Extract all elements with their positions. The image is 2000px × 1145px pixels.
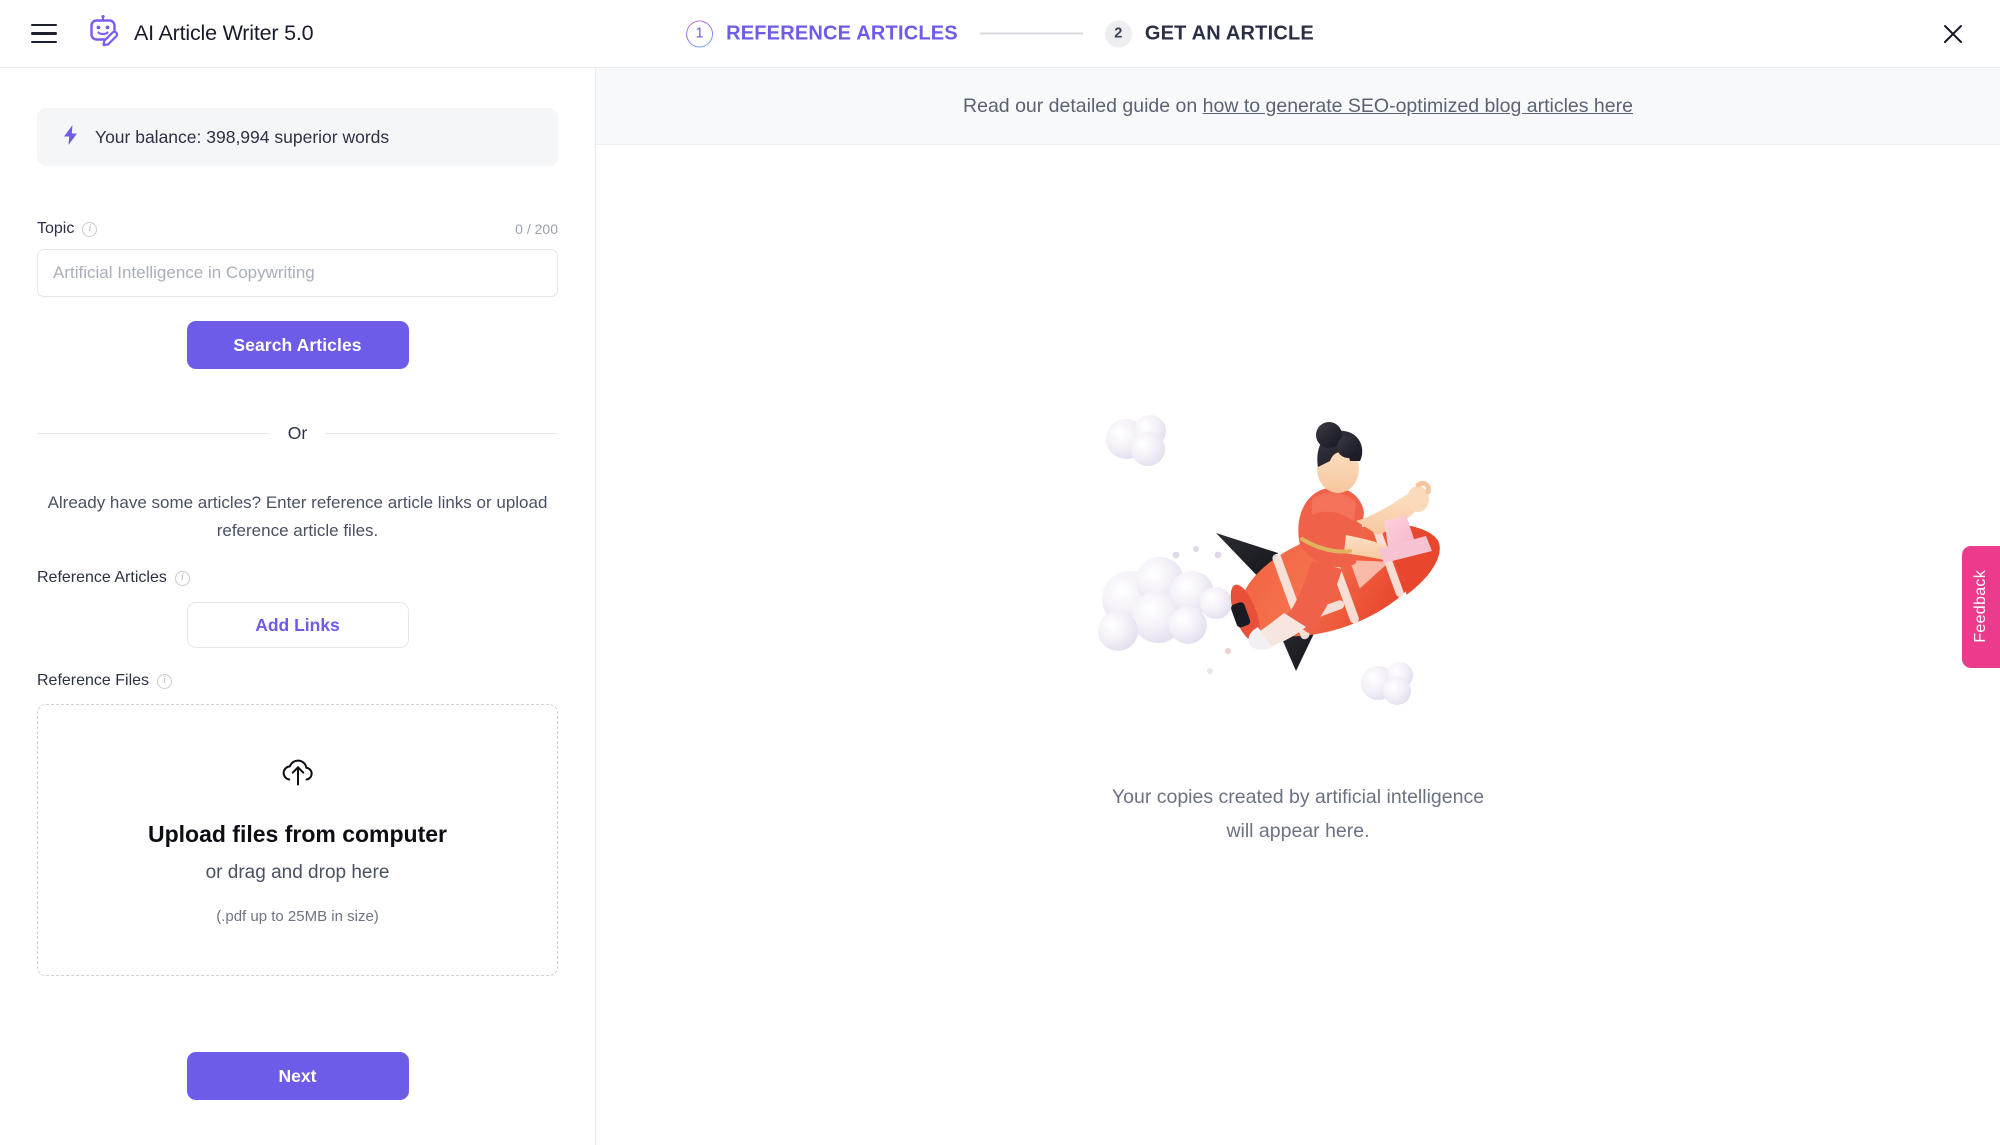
- app-title: AI Article Writer 5.0: [134, 21, 314, 45]
- topic-input[interactable]: [37, 249, 558, 297]
- step-reference-articles[interactable]: 1 REFERENCE ARTICLES: [686, 20, 958, 47]
- step-1-label: REFERENCE ARTICLES: [726, 22, 958, 44]
- cloud-upload-icon: [278, 755, 318, 796]
- empty-state: Your copies created by artificial intell…: [596, 145, 2000, 1145]
- step-1-number: 1: [686, 20, 713, 47]
- divider-line-right: [325, 433, 559, 434]
- dropzone-subtitle: or drag and drop here: [205, 862, 390, 883]
- topic-label: Topic: [37, 220, 75, 237]
- guide-banner: Read our detailed guide on how to genera…: [596, 68, 2000, 145]
- step-get-an-article[interactable]: 2 GET AN ARTICLE: [1104, 20, 1314, 47]
- reference-description: Already have some articles? Enter refere…: [47, 493, 548, 540]
- empty-state-caption: Your copies created by artificial intell…: [1112, 780, 1484, 848]
- brand: AI Article Writer 5.0: [85, 13, 314, 54]
- reference-articles-label: Reference Articles: [37, 569, 167, 586]
- balance-text: Your balance: 398,994 superior words: [95, 126, 390, 147]
- balance-banner: Your balance: 398,994 superior words: [37, 108, 558, 166]
- robot-pencil-logo-icon: [85, 13, 121, 54]
- empty-caption-line1: Your copies created by artificial intell…: [1111, 785, 1485, 808]
- or-divider: Or: [37, 423, 559, 444]
- step-connector: [979, 32, 1083, 35]
- divider-line-left: [37, 433, 270, 434]
- reference-files-label-group: Reference Files i: [37, 672, 558, 690]
- reference-files-label: Reference Files: [37, 672, 150, 689]
- file-dropzone[interactable]: Upload files from computer or drag and d…: [37, 704, 558, 976]
- topic-char-counter: 0 / 200: [515, 221, 558, 237]
- topic-label-group: Topic i: [37, 220, 98, 238]
- step-indicator: 1 REFERENCE ARTICLES 2 GET AN ARTICLE: [686, 20, 1314, 47]
- next-button[interactable]: Next: [186, 1052, 409, 1100]
- dropzone-hint: (.pdf up to 25MB in size): [216, 908, 379, 925]
- topic-field-header: Topic i 0 / 200: [37, 220, 558, 238]
- body-wrapper: Your balance: 398,994 superior words Top…: [0, 68, 2000, 1145]
- info-icon[interactable]: i: [174, 570, 190, 586]
- feedback-label: Feedback: [1972, 570, 1989, 643]
- lightning-bolt-icon: [62, 124, 79, 151]
- guide-text: Read our detailed guide on how to genera…: [963, 95, 1633, 118]
- info-icon[interactable]: i: [157, 673, 173, 689]
- feedback-tab[interactable]: Feedback: [1962, 545, 2000, 668]
- rocket-astronaut-illustration: [1088, 403, 1508, 738]
- add-links-button[interactable]: Add Links: [186, 602, 409, 648]
- dropzone-title: Upload files from computer: [147, 821, 448, 847]
- main-panel: Read our detailed guide on how to genera…: [596, 68, 2000, 1145]
- search-articles-button[interactable]: Search Articles: [186, 321, 409, 369]
- app-root: AI Article Writer 5.0 1 REFERENCE ARTICL…: [0, 0, 2000, 1145]
- guide-prefix: Read our detailed guide on: [963, 94, 1203, 117]
- app-header: AI Article Writer 5.0 1 REFERENCE ARTICL…: [0, 0, 2000, 68]
- step-2-label: GET AN ARTICLE: [1144, 22, 1314, 44]
- close-icon[interactable]: [1938, 19, 1968, 49]
- hamburger-menu-icon[interactable]: [31, 23, 57, 44]
- guide-link[interactable]: how to generate SEO-optimized blog artic…: [1203, 95, 1633, 117]
- or-label: Or: [287, 423, 308, 443]
- step-2-number: 2: [1104, 20, 1132, 47]
- sidebar-panel: Your balance: 398,994 superior words Top…: [0, 68, 596, 1145]
- info-icon[interactable]: i: [82, 221, 98, 237]
- empty-caption-line2: will appear here.: [1226, 819, 1370, 842]
- reference-articles-label-group: Reference Articles i: [37, 569, 558, 587]
